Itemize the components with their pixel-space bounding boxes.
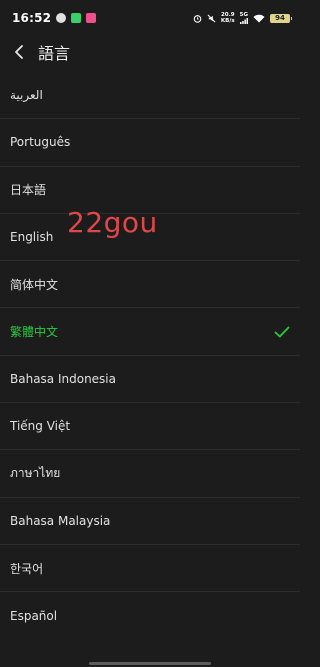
language-label: Bahasa Indonesia [10,371,116,386]
language-label: English [10,230,54,245]
network-type-label: 5G [239,12,248,18]
network-speed-unit: KB/s [220,18,235,24]
status-right: 20.9 KB/s 5G 94 [193,12,292,24]
language-label: Español [10,608,58,623]
battery-level: 94 [275,13,285,22]
video-notification-icon [86,13,97,23]
language-label: 한국어 [10,561,44,576]
language-item-korean[interactable]: 한국어 [0,545,300,593]
language-label: 日本語 [10,183,47,198]
language-item-thai[interactable]: ภาษาไทย [0,450,300,498]
header: 語言 [0,36,300,68]
language-item-portuguese[interactable]: Português [0,119,300,167]
language-item-arabic[interactable]: العربية [0,72,300,120]
language-label: ภาษาไทย [10,466,61,481]
app-notification-icon [56,13,67,23]
checkmark-icon [274,326,290,338]
mute-icon [207,14,216,23]
battery-icon: 94 [270,13,292,23]
page-title: 語言 [38,44,71,63]
status-left: 16:52 [12,11,97,25]
chat-notification-icon [71,13,82,23]
language-list: العربية Português 日本語 English 简体中文 繁體中文 … [0,72,300,640]
wifi-icon [253,14,265,23]
language-label: العربية [10,88,43,103]
language-label: Tiếng Việt [10,419,71,434]
language-item-vietnamese[interactable]: Tiếng Việt [0,403,300,451]
language-settings-screen: 16:52 20.9 KB/s 5G 94 語言 العربية Portugu… [0,0,300,667]
language-label: 繁體中文 [10,325,59,340]
language-item-simplified-chinese[interactable]: 简体中文 [0,261,300,309]
language-label: Português [10,135,71,150]
home-indicator[interactable] [89,662,211,665]
network-type: 5G [239,12,248,24]
language-label: 简体中文 [10,277,59,292]
language-item-traditional-chinese[interactable]: 繁體中文 [0,308,300,356]
network-speed: 20.9 KB/s [221,12,235,24]
status-time: 16:52 [12,11,52,25]
watermark: 22gou [67,206,158,239]
alarm-icon [193,14,202,23]
language-item-malay[interactable]: Bahasa Malaysia [0,498,300,545]
signal-icon [239,18,248,24]
language-item-indonesian[interactable]: Bahasa Indonesia [0,356,300,404]
language-label: Bahasa Malaysia [10,513,111,528]
chevron-left-icon [15,45,23,59]
status-bar: 16:52 20.9 KB/s 5G 94 [0,0,300,36]
language-item-spanish[interactable]: Español [0,592,300,639]
back-button[interactable] [2,36,36,68]
